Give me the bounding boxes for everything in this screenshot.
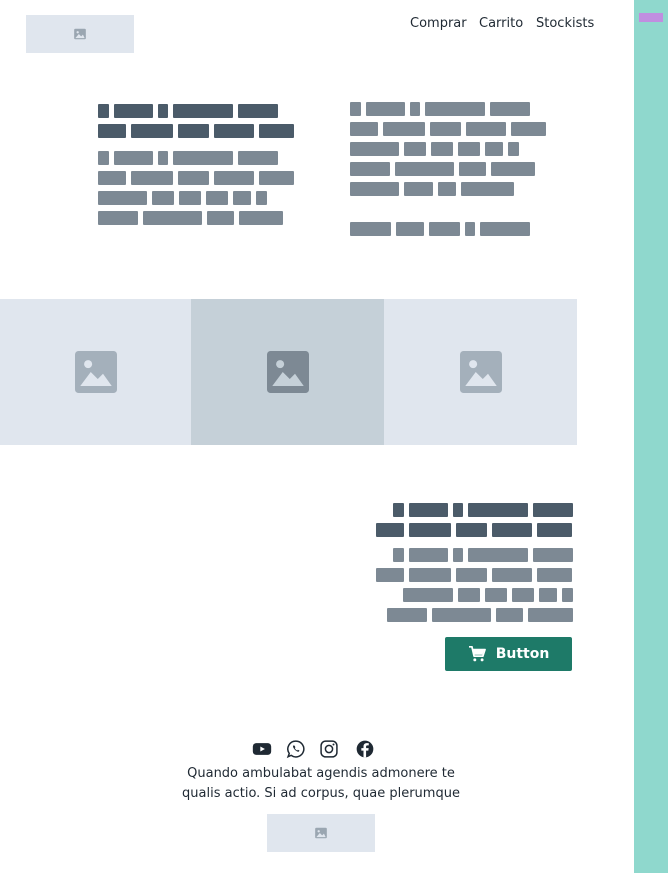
footer-text: Quando ambulabat agendis admonere te qua… — [182, 766, 460, 801]
nav-stockists[interactable]: Stockists — [536, 16, 594, 31]
facebook-icon[interactable] — [355, 739, 375, 759]
cta-button-label: Button — [495, 646, 550, 662]
footer-logo[interactable] — [267, 814, 375, 852]
nav-comprar[interactable]: Comprar — [410, 16, 467, 31]
image-icon — [266, 351, 309, 393]
cta-button[interactable]: Button — [445, 637, 572, 671]
nav-carrito[interactable]: Carrito — [479, 16, 523, 31]
image-icon — [74, 28, 86, 40]
gallery-image-3[interactable] — [384, 299, 577, 445]
side-panel — [634, 0, 668, 873]
instagram-icon[interactable] — [319, 739, 339, 759]
cart-icon — [468, 646, 486, 662]
whatsapp-icon[interactable] — [286, 739, 306, 759]
image-icon — [459, 351, 502, 393]
image-icon — [315, 827, 327, 839]
gallery-image-1[interactable] — [0, 299, 191, 445]
gallery-image-2[interactable] — [191, 299, 384, 445]
image-icon — [74, 351, 117, 393]
header-logo[interactable] — [26, 15, 134, 53]
youtube-icon[interactable] — [252, 739, 272, 759]
side-panel-tab[interactable] — [639, 13, 663, 22]
